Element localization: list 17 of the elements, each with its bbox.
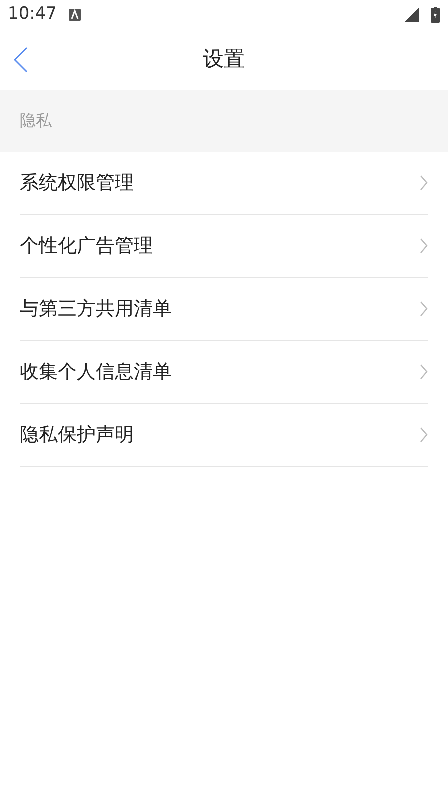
- battery-icon: [431, 7, 440, 23]
- page-title: 设置: [203, 46, 245, 74]
- settings-row[interactable]: 与第三方共用清单: [20, 278, 428, 341]
- settings-row[interactable]: 收集个人信息清单: [20, 341, 428, 404]
- settings-row[interactable]: 系统权限管理: [20, 152, 428, 215]
- notification-icon: [69, 9, 81, 21]
- section-header: 隐私: [0, 90, 448, 152]
- chevron-right-icon: [420, 301, 428, 317]
- settings-row[interactable]: 个性化广告管理: [20, 215, 428, 278]
- signal-icon: [405, 8, 419, 22]
- chevron-right-icon: [420, 427, 428, 443]
- chevron-right-icon: [420, 238, 428, 254]
- chevron-right-icon: [420, 364, 428, 380]
- chevron-right-icon: [420, 175, 428, 191]
- settings-row[interactable]: 隐私保护声明: [20, 404, 428, 467]
- status-time: 10:47: [8, 3, 57, 26]
- back-icon: [14, 47, 28, 73]
